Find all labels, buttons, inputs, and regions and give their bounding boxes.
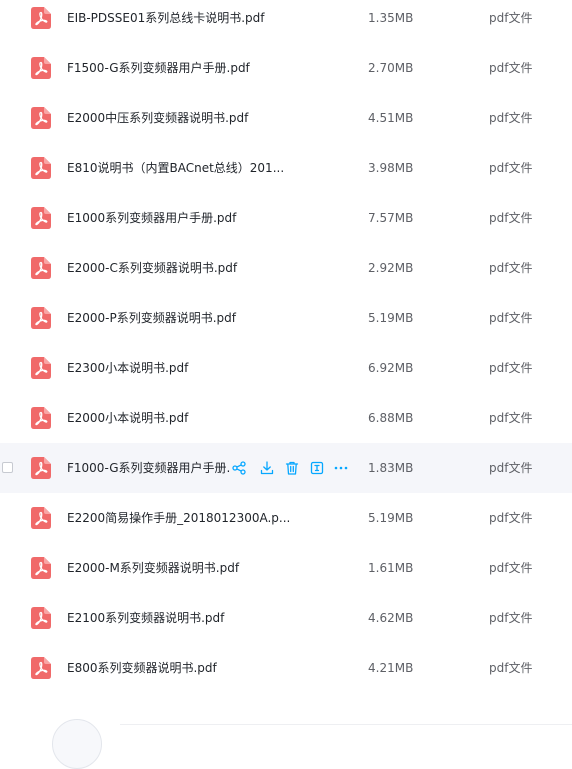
file-size: 1.61MB: [368, 561, 414, 575]
pdf-file-icon: [31, 657, 51, 679]
file-type: pdf文件: [489, 261, 533, 275]
file-type: pdf文件: [489, 411, 533, 425]
file-size: 1.83MB: [368, 461, 414, 475]
pdf-file-icon: [31, 157, 51, 179]
file-size: 1.35MB: [368, 11, 414, 25]
file-type: pdf文件: [489, 561, 533, 575]
file-size: 3.98MB: [368, 161, 414, 175]
pdf-file-icon: [31, 257, 51, 279]
file-type: pdf文件: [489, 661, 533, 675]
file-name[interactable]: E2000小本说明书.pdf: [67, 393, 188, 443]
pdf-file-icon: [31, 57, 51, 79]
file-row[interactable]: E1000系列变频器用户手册.pdf 7.57MB pdf文件: [0, 193, 572, 243]
file-row[interactable]: E2000-C系列变频器说明书.pdf 2.92MB pdf文件: [0, 243, 572, 293]
file-row[interactable]: E2000-M系列变频器说明书.pdf 1.61MB pdf文件: [0, 543, 572, 593]
file-name[interactable]: E2200简易操作手册_2018012300A.p...: [67, 493, 290, 543]
file-size: 6.92MB: [368, 361, 414, 375]
file-row[interactable]: E800系列变频器说明书.pdf 4.21MB pdf文件: [0, 643, 572, 693]
delete-icon[interactable]: [284, 460, 300, 476]
file-name[interactable]: E2100系列变频器说明书.pdf: [67, 593, 224, 643]
pdf-file-icon: [31, 7, 51, 29]
pdf-file-icon: [31, 557, 51, 579]
file-name[interactable]: E810说明书（内置BACnet总线）201...: [67, 143, 284, 193]
more-icon[interactable]: [333, 460, 349, 476]
pdf-file-icon: [31, 307, 51, 329]
file-name[interactable]: EIB-PDSSE01系列总线卡说明书.pdf: [67, 0, 265, 43]
file-type: pdf文件: [489, 361, 533, 375]
file-type: pdf文件: [489, 11, 533, 25]
pdf-file-icon: [31, 507, 51, 529]
file-name[interactable]: E2000-P系列变频器说明书.pdf: [67, 293, 236, 343]
pdf-file-icon: [31, 407, 51, 429]
pdf-file-icon: [31, 607, 51, 629]
file-name[interactable]: E2000中压系列变频器说明书.pdf: [67, 93, 248, 143]
divider: [120, 724, 572, 725]
file-name[interactable]: E800系列变频器说明书.pdf: [67, 643, 217, 693]
file-row[interactable]: E810说明书（内置BACnet总线）201... 3.98MB pdf文件: [0, 143, 572, 193]
row-checkbox[interactable]: [2, 462, 13, 473]
file-name[interactable]: E2000-C系列变频器说明书.pdf: [67, 243, 237, 293]
file-row[interactable]: E2000小本说明书.pdf 6.88MB pdf文件: [0, 393, 572, 443]
file-size: 6.88MB: [368, 411, 414, 425]
file-size: 7.57MB: [368, 211, 414, 225]
download-icon[interactable]: [259, 460, 275, 476]
file-size: 2.70MB: [368, 61, 414, 75]
pdf-file-icon: [31, 107, 51, 129]
file-type: pdf文件: [489, 211, 533, 225]
file-row[interactable]: E2000-P系列变频器说明书.pdf 5.19MB pdf文件: [0, 293, 572, 343]
pdf-file-icon: [31, 207, 51, 229]
file-name[interactable]: E2300小本说明书.pdf: [67, 343, 188, 393]
file-row[interactable]: E2000中压系列变频器说明书.pdf 4.51MB pdf文件: [0, 93, 572, 143]
file-row[interactable]: E2200简易操作手册_2018012300A.p... 5.19MB pdf文件: [0, 493, 572, 543]
file-type: pdf文件: [489, 511, 533, 525]
file-type: pdf文件: [489, 161, 533, 175]
file-name[interactable]: F1500-G系列变频器用户手册.pdf: [67, 43, 250, 93]
rename-icon[interactable]: [309, 460, 325, 476]
file-type: pdf文件: [489, 611, 533, 625]
avatar: [52, 719, 102, 769]
file-row[interactable]: F1000-G系列变频器用户手册. 1.83MB pdf文件: [0, 443, 572, 493]
pdf-file-icon: [31, 357, 51, 379]
pdf-file-icon: [31, 457, 51, 479]
share-icon[interactable]: [231, 460, 247, 476]
file-size: 4.62MB: [368, 611, 414, 625]
file-row[interactable]: F1500-G系列变频器用户手册.pdf 2.70MB pdf文件: [0, 43, 572, 93]
file-size: 4.51MB: [368, 111, 414, 125]
file-name[interactable]: E2000-M系列变频器说明书.pdf: [67, 543, 239, 593]
file-size: 5.19MB: [368, 311, 414, 325]
file-type: pdf文件: [489, 461, 533, 475]
file-row[interactable]: E2300小本说明书.pdf 6.92MB pdf文件: [0, 343, 572, 393]
file-size: 2.92MB: [368, 261, 414, 275]
file-type: pdf文件: [489, 111, 533, 125]
file-name[interactable]: F1000-G系列变频器用户手册.: [67, 443, 230, 493]
file-name[interactable]: E1000系列变频器用户手册.pdf: [67, 193, 236, 243]
file-size: 5.19MB: [368, 511, 414, 525]
file-size: 4.21MB: [368, 661, 414, 675]
file-row[interactable]: E2100系列变频器说明书.pdf 4.62MB pdf文件: [0, 593, 572, 643]
file-row[interactable]: EIB-PDSSE01系列总线卡说明书.pdf 1.35MB pdf文件: [0, 0, 572, 43]
file-type: pdf文件: [489, 311, 533, 325]
file-type: pdf文件: [489, 61, 533, 75]
